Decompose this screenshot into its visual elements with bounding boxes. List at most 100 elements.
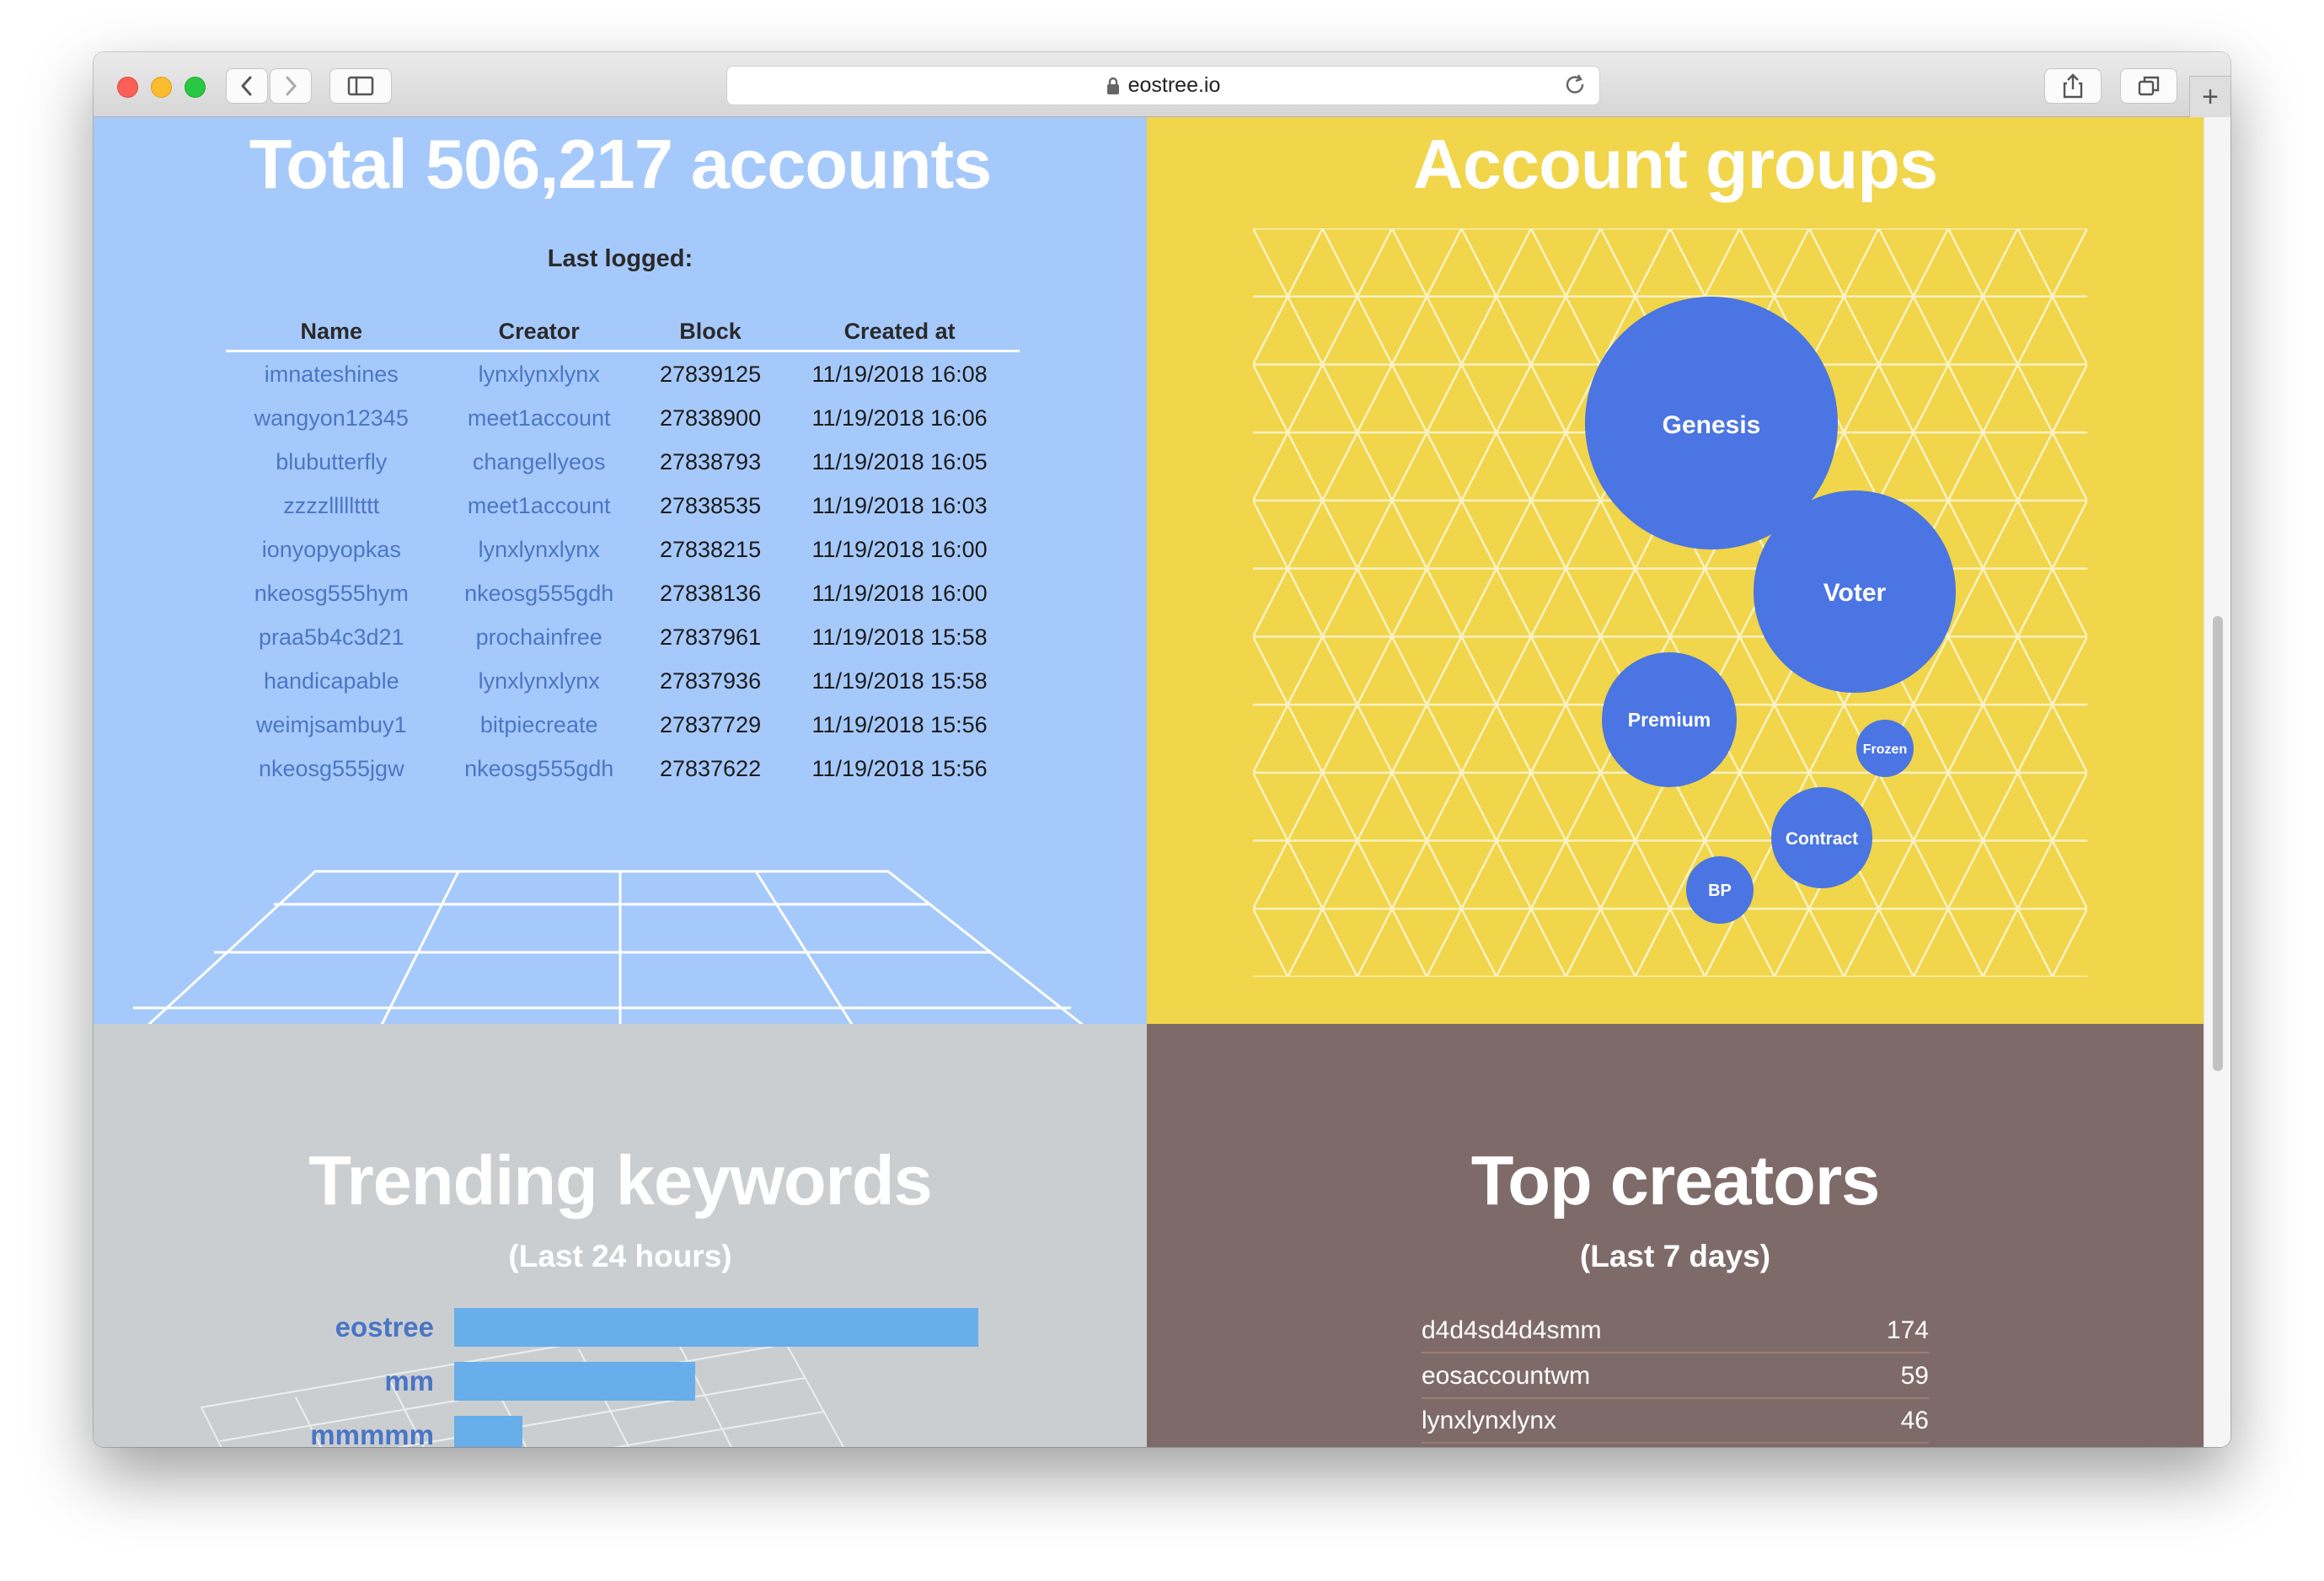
keyword-label: mmmmm (310, 1419, 434, 1447)
account-name-link[interactable]: nkeosg555hym (226, 571, 437, 615)
creator-link[interactable]: lynxlynxlynx (437, 528, 641, 571)
close-light[interactable] (117, 77, 138, 98)
table-row: imnateshines lynxlynxlynx 27839125 11/19/20… (226, 351, 1020, 397)
keyword-label: mm (384, 1365, 434, 1396)
account-name-link[interactable]: ionyopyopkas (226, 528, 437, 571)
creator-name: eosaccountwm (1422, 1362, 1591, 1390)
creator-link[interactable]: meet1account (437, 396, 641, 440)
block-cell: 27837622 (659, 755, 762, 781)
block-cell: 27837936 (659, 667, 762, 694)
bubble-label-frozen: Frozen (1863, 742, 1907, 757)
accounts-title: Total 506,217 accounts (249, 125, 993, 203)
back-icon (241, 76, 252, 96)
creators-title: Top creators (1470, 1141, 1881, 1219)
column-header-block: Block (640, 313, 780, 352)
bubble-voter[interactable]: Voter (1754, 490, 1956, 693)
column-header-creator: Creator (436, 313, 641, 352)
account-name-link[interactable]: praa5b4c3d21 (226, 615, 437, 659)
table-row: nkeosg555jgw nkeosg555gdh 27837622 11/19/20… (226, 747, 1020, 790)
account-name-link[interactable]: imnateshines (226, 351, 437, 397)
created-at-cell: 11/19/2018 16:00 (811, 580, 988, 606)
account-name-link[interactable]: blubutterfly (226, 440, 437, 484)
table-row: zzzzllllltttt meet1account 27838535 11/19/2… (226, 484, 1020, 528)
groups-title: Account groups (1412, 125, 1938, 203)
created-at-cell: 11/19/2018 16:06 (811, 405, 988, 431)
creator-link[interactable]: changellyeos (437, 440, 641, 484)
forward-button[interactable] (270, 68, 312, 104)
creators-subtitle: (Last 7 days) (1579, 1239, 1771, 1273)
creator-count: 59 (1900, 1362, 1929, 1390)
creator-row[interactable]: d4d4sd4d4smm 174 (1422, 1310, 1929, 1353)
creator-link[interactable]: nkeosg555gdh (437, 571, 641, 615)
creator-count: 174 (1886, 1316, 1929, 1344)
sidebar-icon (347, 76, 374, 96)
plus-icon: + (2202, 80, 2219, 113)
creator-name: d4d4sd4d4smm (1422, 1316, 1602, 1344)
keywords-title: Trending keywords (308, 1141, 932, 1219)
keyword-bar[interactable] (454, 1308, 978, 1347)
url-text: eostree.io (1127, 73, 1221, 97)
account-name-link[interactable]: nkeosg555jgw (226, 747, 437, 790)
vertical-scrollbar[interactable] (2204, 117, 2230, 1447)
keywords-subtitle: (Last 24 hours) (508, 1239, 732, 1273)
minimize-light[interactable] (151, 77, 172, 98)
bubble-premium[interactable]: Premium (1602, 652, 1737, 787)
creator-link[interactable]: nkeosg555gdh (437, 747, 641, 790)
created-at-cell: 11/19/2018 15:56 (811, 755, 988, 781)
bubble-bp[interactable]: BP (1686, 856, 1754, 924)
creator-row[interactable]: lynxlynxlynx 46 (1422, 1400, 1929, 1444)
table-row: handicapable lynxlynxlynx 27837936 11/19/20… (226, 659, 1020, 703)
block-cell: 27838535 (659, 492, 762, 518)
column-header-name: Name (226, 313, 437, 352)
block-cell: 27837729 (659, 711, 762, 737)
creator-row[interactable]: eosaccountwm 59 (1422, 1355, 1929, 1399)
creator-link[interactable]: lynxlynxlynx (437, 659, 641, 703)
address-bar[interactable]: eostree.io (726, 66, 1600, 105)
keyword-bar[interactable] (454, 1416, 522, 1447)
creator-link[interactable]: bitpiecreate (437, 703, 641, 747)
creators-panel: Top creators (Last 7 days) d4d4sd4d4smm … (1147, 1024, 2204, 1447)
table-row: ionyopyopkas lynxlynxlynx 27838215 11/19/20… (226, 528, 1020, 571)
share-button[interactable] (2044, 68, 2102, 104)
creator-link[interactable]: lynxlynxlynx (437, 351, 641, 397)
keywords-panel: Trending keywords (Last 24 hours) eostre… (94, 1024, 1147, 1447)
created-at-cell: 11/19/2018 15:58 (811, 624, 988, 650)
accounts-table: Name Creator Block Created at imnateshin… (226, 313, 1020, 790)
block-cell: 27838136 (659, 580, 762, 606)
account-name-link[interactable]: handicapable (226, 659, 437, 703)
table-row: blubutterfly changellyeos 27838793 11/19/20… (226, 440, 1020, 484)
zoom-light[interactable] (185, 77, 206, 98)
scrollbar-thumb[interactable] (2213, 616, 2223, 1071)
accounts-panel: Total 506,217 accounts Last logged: Name… (94, 117, 1147, 1024)
account-name-link[interactable]: zzzzllllltttt (226, 484, 437, 528)
block-cell: 27837961 (659, 624, 762, 650)
block-cell: 27838215 (659, 536, 762, 562)
created-at-cell: 11/19/2018 15:56 (811, 711, 988, 737)
creator-link[interactable]: meet1account (437, 484, 641, 528)
tabs-button[interactable] (2120, 68, 2177, 104)
share-icon (2063, 73, 2083, 99)
last-logged-label: Last logged: (547, 245, 693, 272)
block-cell: 27838793 (659, 448, 762, 474)
created-at-cell: 11/19/2018 16:08 (811, 361, 988, 387)
sidebar-button[interactable] (329, 68, 392, 104)
bubble-label-premium: Premium (1628, 709, 1711, 731)
back-button[interactable] (226, 68, 268, 104)
table-header-row: Name Creator Block Created at (226, 313, 1020, 352)
table-row: praa5b4c3d21 prochainfree 27837961 11/19/20… (226, 615, 1020, 659)
browser-window: eostree.io + Total 506,217 accounts Last… (94, 52, 2230, 1447)
lock-icon (1106, 77, 1119, 94)
keyword-bar[interactable] (454, 1362, 696, 1401)
account-name-link[interactable]: weimjsambuy1 (226, 703, 437, 747)
block-cell: 27838900 (659, 405, 762, 431)
bubble-label-bp: BP (1708, 882, 1732, 900)
reload-icon[interactable] (1564, 73, 1588, 99)
creator-link[interactable]: prochainfree (437, 615, 641, 659)
account-name-link[interactable]: wangyon12345 (226, 396, 437, 440)
groups-panel: Genesis Voter Premium Frozen Contract BP… (1147, 117, 2204, 1024)
created-at-cell: 11/19/2018 15:58 (811, 667, 988, 694)
new-tab-button[interactable]: + (2189, 76, 2230, 117)
bubble-contract[interactable]: Contract (1771, 787, 1872, 888)
table-row: nkeosg555hym nkeosg555gdh 27838136 11/19/20… (226, 571, 1020, 615)
bubble-frozen[interactable]: Frozen (1856, 720, 1914, 777)
